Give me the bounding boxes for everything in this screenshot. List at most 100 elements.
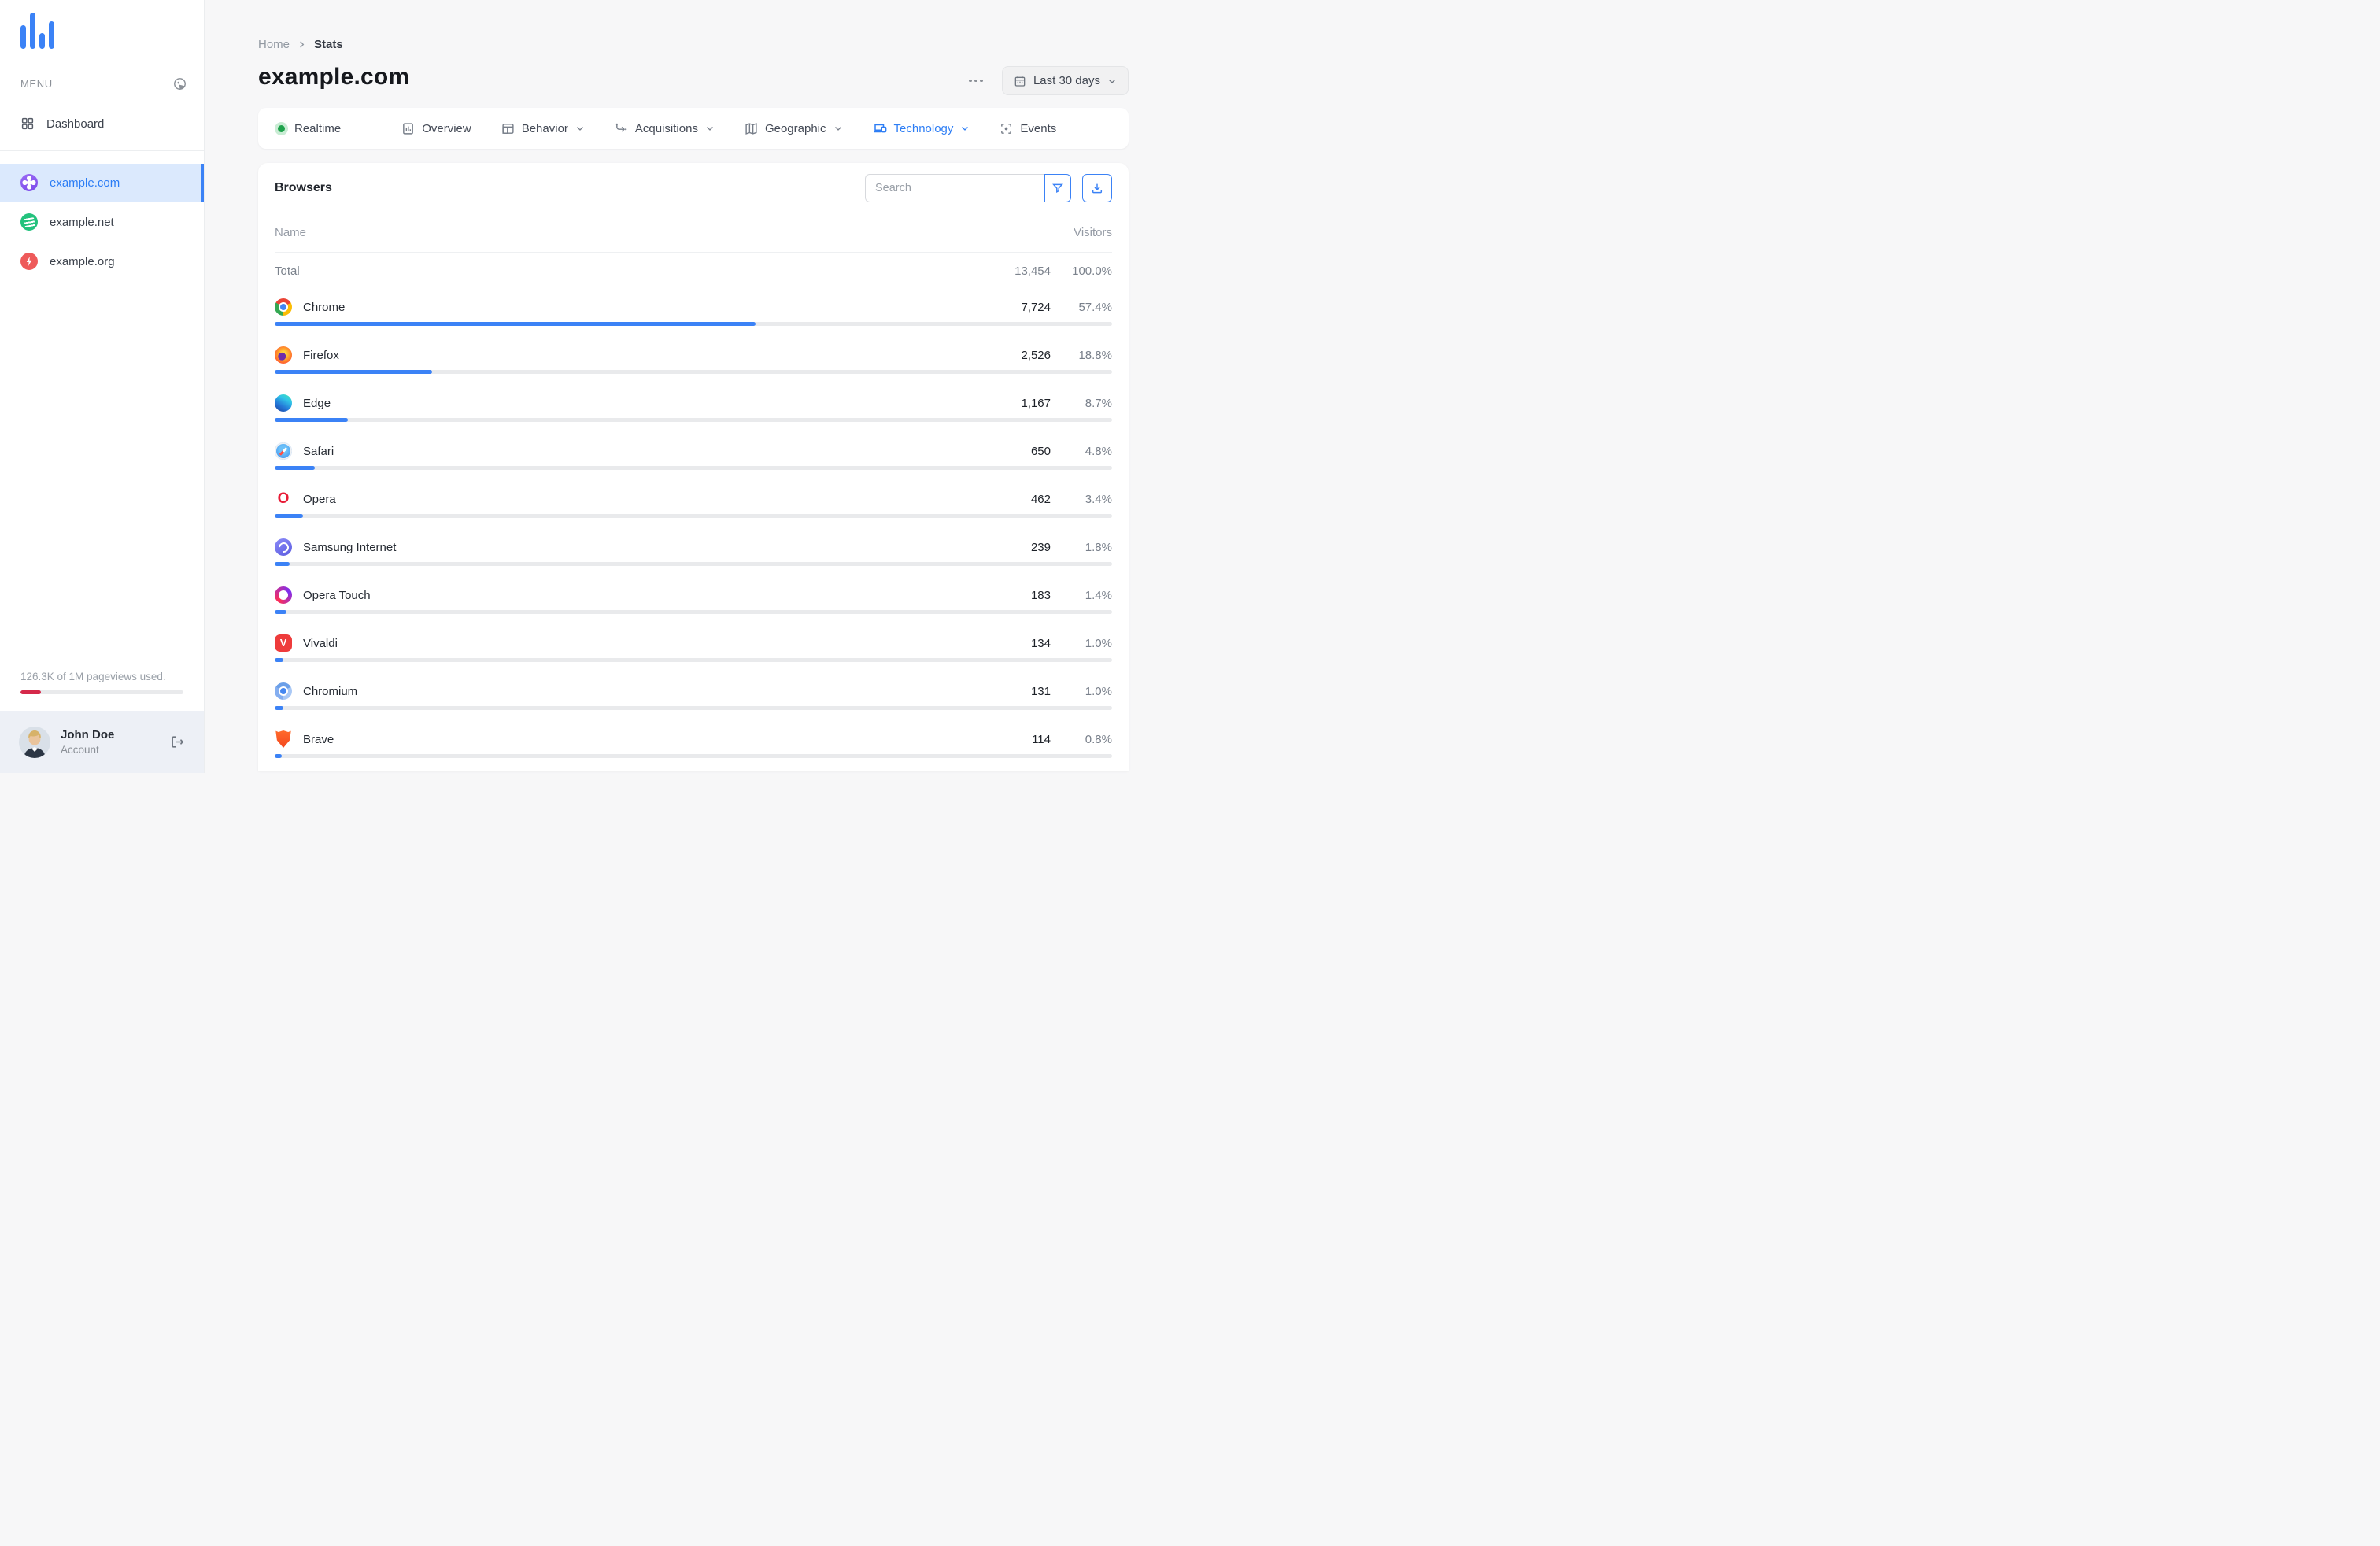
- tab-label: Technology: [894, 122, 954, 135]
- download-icon: [1091, 182, 1103, 194]
- vivaldi-icon: [275, 634, 292, 652]
- tab-behavior[interactable]: Behavior: [501, 122, 585, 135]
- tab-bar: Realtime Overview Behavior Acquisitions Geog…: [258, 108, 1129, 149]
- table-row[interactable]: Edge1,1678.7%: [275, 386, 1112, 435]
- sidebar-site-example-com[interactable]: example.com: [0, 164, 204, 202]
- visitors-value: 239: [960, 541, 1051, 554]
- column-name: Name: [275, 226, 1074, 239]
- logout-icon[interactable]: [170, 734, 185, 749]
- browser-name: Brave: [303, 733, 960, 746]
- usage-bar-track: [20, 690, 183, 694]
- total-row: Total 13,454 100.0%: [275, 253, 1112, 290]
- usage-text: 126.3K of 1M pageviews used.: [20, 671, 183, 682]
- browser-name: Samsung Internet: [303, 541, 960, 554]
- table-row[interactable]: Firefox2,52618.8%: [275, 338, 1112, 386]
- tab-overview[interactable]: Overview: [401, 122, 471, 135]
- visitors-value: 131: [960, 685, 1051, 698]
- browser-name: Safari: [303, 445, 960, 458]
- percent-value: 8.7%: [1051, 397, 1112, 410]
- dashboard-grid-icon: [20, 117, 35, 131]
- percent-value: 1.8%: [1051, 541, 1112, 554]
- percent-value: 18.8%: [1051, 349, 1112, 362]
- breadcrumb-home[interactable]: Home: [258, 38, 290, 51]
- tab-geographic[interactable]: Geographic: [745, 122, 843, 135]
- sidebar-site-example-net[interactable]: example.net: [0, 203, 204, 241]
- persona-icon[interactable]: [173, 77, 187, 91]
- visitors-bar-track: [275, 562, 1112, 566]
- table-row[interactable]: Samsung Internet2391.8%: [275, 531, 1112, 579]
- visitors-value: 2,526: [960, 349, 1051, 362]
- total-visitors: 13,454: [960, 264, 1051, 278]
- visitors-bar-track: [275, 610, 1112, 614]
- date-range-label: Last 30 days: [1033, 74, 1100, 87]
- download-button[interactable]: [1082, 174, 1112, 202]
- visitors-bar-track: [275, 370, 1112, 374]
- edge-icon: [275, 394, 292, 412]
- tab-realtime[interactable]: Realtime: [275, 122, 341, 135]
- chevron-down-icon: [960, 124, 970, 133]
- visitors-bar-track: [275, 658, 1112, 662]
- table-row[interactable]: Opera Touch1831.4%: [275, 579, 1112, 627]
- chrome-icon: [275, 298, 292, 316]
- percent-value: 3.4%: [1051, 493, 1112, 506]
- app-logo-icon: [20, 13, 204, 49]
- site-label: example.org: [50, 255, 115, 268]
- filter-button[interactable]: [1044, 174, 1071, 202]
- opera-touch-icon: [275, 586, 292, 604]
- tab-label: Events: [1020, 122, 1056, 135]
- column-visitors: Visitors: [1074, 226, 1112, 239]
- browser-name: Opera Touch: [303, 589, 960, 602]
- search-input[interactable]: [865, 174, 1044, 202]
- table-header: Name Visitors: [275, 213, 1112, 253]
- total-label: Total: [275, 264, 960, 278]
- visitors-bar-fill: [275, 706, 283, 710]
- avatar: [19, 727, 50, 758]
- visitors-bar-track: [275, 514, 1112, 518]
- percent-value: 1.0%: [1051, 637, 1112, 650]
- table-row[interactable]: Chromium1311.0%: [275, 675, 1112, 723]
- visitors-value: 1,167: [960, 397, 1051, 410]
- tab-label: Acquisitions: [635, 122, 698, 135]
- sidebar-site-example-org[interactable]: example.org: [0, 242, 204, 280]
- date-range-button[interactable]: Last 30 days: [1002, 66, 1129, 95]
- site-label: example.com: [50, 176, 120, 190]
- chevron-down-icon: [1107, 76, 1117, 86]
- table-row[interactable]: Chrome7,72457.4%: [275, 290, 1112, 338]
- sidebar-item-dashboard[interactable]: Dashboard: [0, 106, 204, 141]
- chromium-icon: [275, 682, 292, 700]
- app-window: MENU Dashboard example.com example.net exa…: [0, 0, 1190, 773]
- table-row[interactable]: Brave1140.8%: [275, 723, 1112, 771]
- visitors-bar-fill: [275, 322, 756, 326]
- chevron-down-icon: [833, 124, 843, 133]
- browser-name: Chromium: [303, 685, 960, 698]
- panel-title: Browsers: [275, 181, 865, 195]
- browsers-panel: Browsers Name Visitors Total 13,454 100.…: [258, 163, 1129, 771]
- visitors-bar-fill: [275, 466, 315, 470]
- percent-value: 1.0%: [1051, 685, 1112, 698]
- opera-icon: [275, 490, 292, 508]
- visitors-bar-track: [275, 466, 1112, 470]
- account-section[interactable]: John Doe Account: [0, 711, 204, 773]
- table-row[interactable]: Safari6504.8%: [275, 435, 1112, 483]
- tab-acquisitions[interactable]: Acquisitions: [615, 122, 715, 135]
- tab-events[interactable]: Events: [1000, 122, 1056, 135]
- firefox-icon: [275, 346, 292, 364]
- table-row[interactable]: Vivaldi1341.0%: [275, 627, 1112, 675]
- brave-icon: [275, 730, 292, 748]
- breadcrumb: Home Stats: [258, 38, 1129, 51]
- percent-value: 4.8%: [1051, 445, 1112, 458]
- table-row[interactable]: Opera4623.4%: [275, 483, 1112, 531]
- samsung-internet-icon: [275, 538, 292, 556]
- browser-name: Edge: [303, 397, 960, 410]
- visitors-value: 650: [960, 445, 1051, 458]
- sidebar-divider: [0, 150, 204, 151]
- realtime-live-dot: [278, 125, 285, 132]
- sidebar-item-label: Dashboard: [46, 117, 104, 131]
- menu-heading: MENU: [20, 78, 53, 90]
- browser-name: Opera: [303, 493, 960, 506]
- safari-icon: [275, 442, 292, 460]
- visitors-bar-fill: [275, 658, 283, 662]
- tab-technology[interactable]: Technology: [873, 121, 970, 135]
- tab-label: Behavior: [522, 122, 568, 135]
- more-options-icon[interactable]: [967, 75, 985, 87]
